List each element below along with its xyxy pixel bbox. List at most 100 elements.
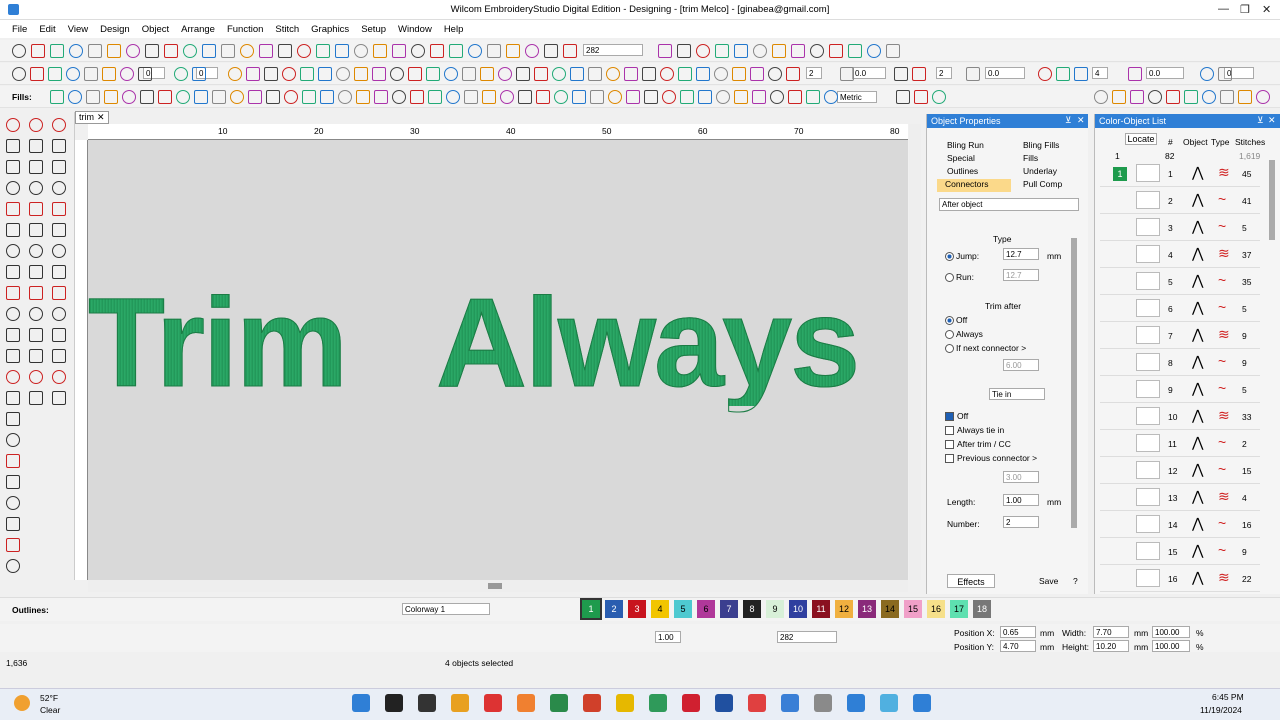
toolbar-tool-icon[interactable] — [752, 90, 766, 104]
pin-icon[interactable]: ⊻ — [1065, 115, 1072, 126]
toolbar-tool-icon[interactable] — [30, 67, 44, 81]
toolbar-tool-icon[interactable] — [518, 90, 532, 104]
toolbar-tool-icon[interactable] — [316, 44, 330, 58]
position-x-field[interactable]: 0.65 — [1000, 626, 1036, 638]
height-field[interactable]: 10.20 — [1093, 640, 1129, 652]
left-tool-icon[interactable] — [52, 160, 66, 174]
list-item[interactable]: 16 ⋀ ≋ 22 — [1100, 565, 1260, 592]
properties-scrollbar[interactable] — [1071, 238, 1077, 528]
object-thumbnail[interactable] — [1136, 407, 1160, 425]
toolbar-tool-icon[interactable] — [1128, 67, 1142, 81]
toolbar-tool-icon[interactable] — [662, 90, 676, 104]
toolbar-tool-icon[interactable] — [840, 67, 854, 81]
taskbar-app-icon[interactable] — [583, 694, 601, 712]
left-tool-icon[interactable] — [6, 286, 20, 300]
toolbar-tool-icon[interactable] — [336, 67, 350, 81]
toolbar-tool-icon[interactable] — [84, 67, 98, 81]
toolbar-tool-icon[interactable] — [107, 44, 121, 58]
left-tool-icon[interactable] — [6, 454, 20, 468]
left-tool-icon[interactable] — [29, 202, 43, 216]
toolbar-tool-icon[interactable] — [516, 67, 530, 81]
menu-graphics[interactable]: Graphics — [311, 24, 349, 35]
toolbar-tool-icon[interactable] — [246, 67, 260, 81]
toolbar-tool-icon[interactable] — [696, 67, 710, 81]
toolbar-tool-icon[interactable] — [164, 44, 178, 58]
color-swatch[interactable]: 15 — [904, 600, 922, 618]
left-tool-icon[interactable] — [29, 391, 43, 405]
color-swatch[interactable]: 5 — [674, 600, 692, 618]
menu-function[interactable]: Function — [227, 24, 263, 35]
menu-window[interactable]: Window — [398, 24, 432, 35]
toolbar-tool-icon[interactable] — [716, 90, 730, 104]
left-tool-icon[interactable] — [6, 517, 20, 531]
toolbar-tool-icon[interactable] — [506, 44, 520, 58]
position-y-field[interactable]: 4.70 — [1000, 640, 1036, 652]
color-swatch[interactable]: 7 — [720, 600, 738, 618]
left-tool-icon[interactable] — [6, 412, 20, 426]
tab-underlay[interactable]: Underlay — [1023, 166, 1057, 179]
toolbar-tool-icon[interactable] — [1220, 90, 1234, 104]
close-icon[interactable]: ✕ — [1262, 3, 1271, 16]
toolbar-tool-icon[interactable] — [770, 90, 784, 104]
toolbar-tool-icon[interactable] — [338, 90, 352, 104]
toolbar-tool-icon[interactable] — [138, 67, 152, 81]
toolbar-tool-icon[interactable] — [768, 67, 782, 81]
toolbar-tool-icon[interactable] — [696, 44, 710, 58]
menu-arrange[interactable]: Arrange — [181, 24, 215, 35]
object-thumbnail[interactable] — [1136, 245, 1160, 263]
toolbar-tool-icon[interactable] — [444, 67, 458, 81]
canvas-vertical-scrollbar[interactable] — [909, 124, 921, 580]
tab-bling-run[interactable]: Bling Run — [947, 140, 984, 153]
toolbar-tool-icon[interactable] — [1130, 90, 1144, 104]
list-item[interactable]: 15 ⋀ ~9 — [1100, 538, 1260, 565]
toolbar-tool-icon[interactable] — [534, 67, 548, 81]
width-field[interactable]: 7.70 — [1093, 626, 1129, 638]
toolbar-tool-icon[interactable] — [126, 44, 140, 58]
toolbar-tool-icon[interactable] — [174, 67, 188, 81]
left-tool-icon[interactable] — [6, 244, 20, 258]
left-tool-icon[interactable] — [6, 139, 20, 153]
left-tool-icon[interactable] — [6, 391, 20, 405]
taskbar-app-icon[interactable] — [484, 694, 502, 712]
color-swatch[interactable]: 2 — [605, 600, 623, 618]
stepper-f[interactable]: 0.0 — [1146, 67, 1184, 79]
locate-button[interactable]: Locate — [1125, 133, 1157, 145]
toolbar-tool-icon[interactable] — [772, 44, 786, 58]
toolbar-tool-icon[interactable] — [626, 90, 640, 104]
tie-off-checkbox[interactable]: Off — [945, 411, 968, 422]
color-swatch[interactable]: 1 — [580, 598, 602, 620]
list-item[interactable]: 14 ⋀ ~16 — [1100, 511, 1260, 538]
taskbar-app-icon[interactable] — [682, 694, 700, 712]
list-item[interactable]: 2 ⋀ ~41 — [1100, 187, 1260, 214]
object-thumbnail[interactable] — [1136, 488, 1160, 506]
clock-date[interactable]: 11/19/2024 — [1200, 705, 1242, 715]
left-tool-icon[interactable] — [52, 202, 66, 216]
stitched-text-always[interactable]: Always — [435, 279, 860, 406]
menu-stitch[interactable]: Stitch — [275, 24, 299, 35]
close-panel-icon[interactable]: ✕ — [1077, 115, 1085, 126]
color-swatch[interactable]: 10 — [789, 600, 807, 618]
left-tool-icon[interactable] — [6, 202, 20, 216]
taskbar-app-icon[interactable] — [781, 694, 799, 712]
toolbar-tool-icon[interactable] — [572, 90, 586, 104]
toolbar-tool-icon[interactable] — [1184, 90, 1198, 104]
stepper-c[interactable]: 2 — [936, 67, 952, 79]
left-tool-icon[interactable] — [29, 139, 43, 153]
toolbar-tool-icon[interactable] — [753, 44, 767, 58]
menu-setup[interactable]: Setup — [361, 24, 386, 35]
menu-view[interactable]: View — [68, 24, 88, 35]
left-tool-icon[interactable] — [52, 307, 66, 321]
toolbar-tool-icon[interactable] — [660, 67, 674, 81]
taskbar-app-icon[interactable] — [385, 694, 403, 712]
close-panel-icon[interactable]: ✕ — [1268, 115, 1276, 126]
toolbar-tool-icon[interactable] — [140, 90, 154, 104]
color-swatch[interactable]: 3 — [628, 600, 646, 618]
toolbar-tool-icon[interactable] — [390, 67, 404, 81]
toolbar-tool-icon[interactable] — [468, 44, 482, 58]
toolbar-tool-icon[interactable] — [426, 67, 440, 81]
toolbar-tool-icon[interactable] — [1112, 90, 1126, 104]
toolbar-tool-icon[interactable] — [297, 44, 311, 58]
toolbar-tool-icon[interactable] — [230, 90, 244, 104]
toolbar-tool-icon[interactable] — [335, 44, 349, 58]
weather-icon[interactable] — [14, 695, 30, 711]
